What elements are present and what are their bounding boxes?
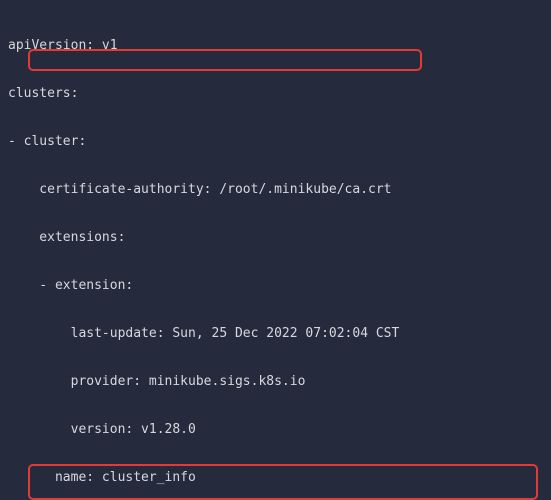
config-line: - extension: bbox=[8, 278, 543, 294]
config-line: clusters: bbox=[8, 86, 543, 102]
config-line: version: v1.28.0 bbox=[8, 422, 543, 438]
config-line: apiVersion: v1 bbox=[8, 38, 543, 54]
terminal-output: apiVersion: v1 clusters: - cluster: cert… bbox=[0, 0, 551, 500]
config-line: name: cluster_info bbox=[8, 470, 543, 486]
config-line-cert-authority: certificate-authority: /root/.minikube/c… bbox=[8, 182, 543, 198]
config-line: last-update: Sun, 25 Dec 2022 07:02:04 C… bbox=[8, 326, 543, 342]
config-line: extensions: bbox=[8, 230, 543, 246]
config-line: - cluster: bbox=[8, 134, 543, 150]
config-line: provider: minikube.sigs.k8s.io bbox=[8, 374, 543, 390]
